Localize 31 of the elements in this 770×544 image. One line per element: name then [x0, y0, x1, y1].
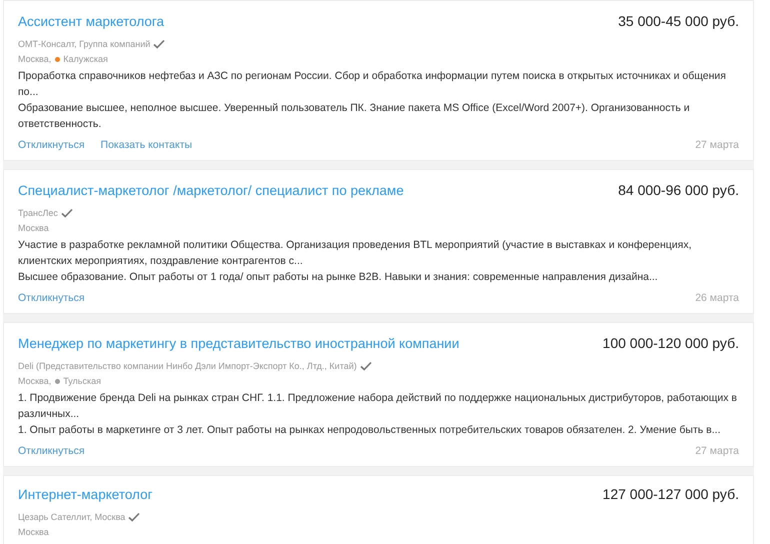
company-name: Deli (Представительство компании Нинбо Дэли Импорт-Экспорт Ко., Лтд., Китай) [18, 360, 357, 373]
vacancy-title-link[interactable]: Ассистент маркетолога [18, 14, 164, 29]
publish-date: 27 марта [695, 444, 739, 459]
salary: 100 000-120 000 руб. [602, 335, 739, 351]
requirements-text: 1. Опыт работы в маркетинге от 3 лет. Опыт работы на рынках непродовольственных потребительских товаров обязателен. 2. Умение быть в... [18, 423, 722, 438]
vacancy-title-link[interactable]: Менеджер по маркетингу в представительство иностранной компании [18, 336, 460, 351]
company-name: Цезарь Сателлит, Москва [18, 511, 126, 524]
city: Москва, [18, 53, 52, 66]
salary: 127 000-127 000 руб. [602, 486, 739, 502]
action-link[interactable]: Откликнуться [18, 290, 85, 306]
metro-station: Тульская [63, 375, 101, 388]
publish-date: 26 марта [695, 291, 739, 306]
company-name: ТрансЛес [18, 207, 58, 220]
metro-station: Калужская [63, 53, 108, 66]
action-link[interactable]: Откликнуться [18, 443, 85, 459]
city: Москва [18, 222, 49, 235]
salary: 84 000-96 000 руб. [618, 182, 739, 198]
action-link[interactable]: Показать контакты [100, 137, 192, 153]
responsibilities-text: Участие в разработке рекламной политики Общества. Организация проведения BTL мероприятий (участие в выставках и конференциях, клиентских мероприятиях, поздравление контрагентов с... [18, 238, 693, 269]
publish-date: 27 марта [695, 138, 739, 153]
action-link[interactable]: Откликнуться [18, 137, 85, 153]
city: Москва [18, 526, 49, 539]
vacancy-title-link[interactable]: Интернет-маркетолог [18, 487, 153, 502]
city: Москва, [18, 375, 52, 388]
salary: 35 000-45 000 руб. [618, 13, 739, 29]
responsibilities-text: 1. Продвижение бренда Deli на рынках стран СНГ. 1.1. Предложение набора действий по поддержке национальных дистрибуторов, работающих в различных... [18, 391, 738, 422]
requirements-text: Образование высшее, неполное высшее. Уверенный пользователь ПК. Знание пакета MS Office (Excel/Word 2007+). Организованность и ответственность. [18, 101, 691, 132]
requirements-text: Высшее образование. Опыт работы от 1 года/ опыт работы на рынке B2B. Навыки и знания: современные направления дизайна... [18, 270, 659, 285]
company-name: ОМТ-Консалт, Группа компаний [18, 38, 150, 51]
vacancy-title-link[interactable]: Специалист-маркетолог /маркетолог/ специалист по рекламе [18, 183, 404, 198]
responsibilities-text: Проработка справочников нефтебаз и АЗС по регионам России. Сбор и обработка информации путем поиска в открытых источниках и общения по... [18, 69, 727, 100]
